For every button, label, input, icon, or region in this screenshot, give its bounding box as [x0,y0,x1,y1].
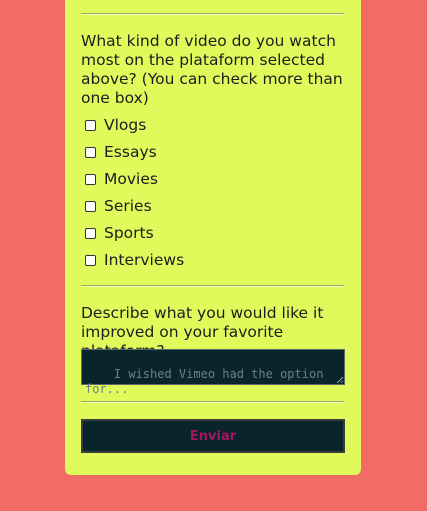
essays-checkbox[interactable] [85,146,96,158]
option-label: Vlogs [104,116,147,134]
submit-button[interactable]: Enviar [81,419,345,453]
option-movies[interactable]: Movies [85,169,158,189]
option-label: Movies [104,170,158,188]
option-label: Series [104,197,152,215]
sports-checkbox[interactable] [85,227,96,239]
textarea-placeholder: I wished Vimeo had the option for... [85,367,331,396]
interviews-checkbox[interactable] [85,254,96,266]
series-checkbox[interactable] [85,200,96,212]
resize-handle-icon[interactable] [337,377,343,383]
option-essays[interactable]: Essays [85,142,157,162]
improvement-textarea[interactable]: I wished Vimeo had the option for... [81,349,345,396]
section-divider [81,13,344,15]
movies-checkbox[interactable] [85,173,96,185]
survey-form-card: What kind of video do you watch most on … [65,0,361,475]
option-label: Sports [104,224,154,242]
option-label: Interviews [104,251,185,269]
option-vlogs[interactable]: Vlogs [85,115,146,135]
option-interviews[interactable]: Interviews [85,250,184,270]
video-type-question: What kind of video do you watch most on … [81,32,343,107]
option-label: Essays [104,143,157,161]
option-series[interactable]: Series [85,196,152,216]
option-sports[interactable]: Sports [85,223,154,243]
section-divider [81,285,344,287]
vlogs-checkbox[interactable] [85,119,96,131]
section-divider [81,401,344,403]
